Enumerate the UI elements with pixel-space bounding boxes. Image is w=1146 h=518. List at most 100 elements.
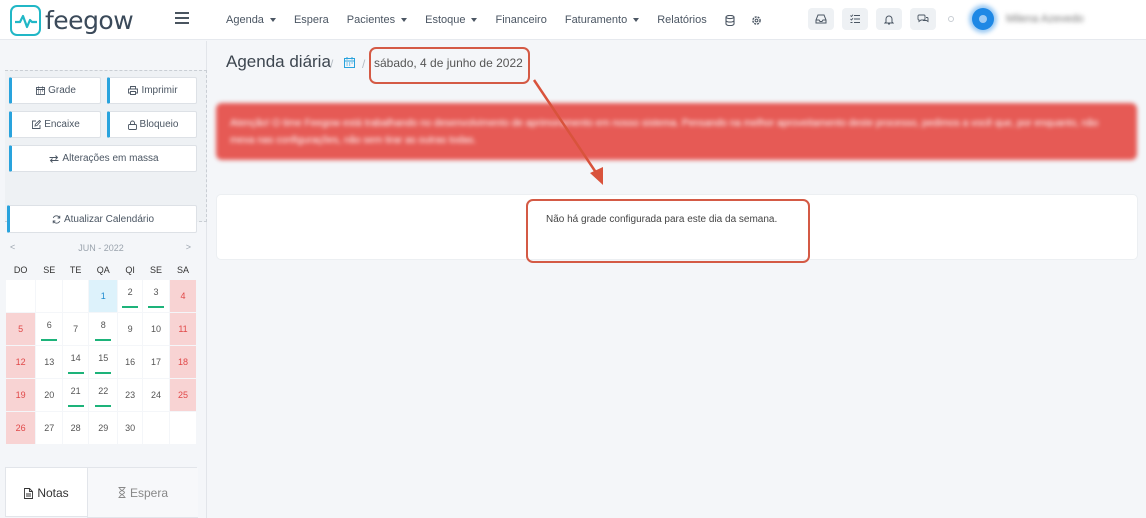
calendar-day[interactable]: 10 <box>142 311 170 346</box>
avatar[interactable] <box>972 8 994 30</box>
breadcrumb-separator: / <box>362 57 366 71</box>
calendar-day[interactable]: 2 <box>117 278 144 313</box>
database-icon[interactable] <box>725 14 735 26</box>
day-number: 24 <box>151 389 162 400</box>
inbox-icon[interactable] <box>808 8 834 30</box>
day-number: 1 <box>100 290 106 301</box>
calendar-day[interactable]: 30 <box>117 410 144 445</box>
tab-notas[interactable]: Notas <box>6 468 88 518</box>
encaixe-button[interactable]: Encaixe <box>9 111 101 138</box>
logo[interactable]: feegow <box>10 4 134 36</box>
nav-relatorios[interactable]: Relatórios <box>657 14 707 26</box>
nav-financeiro[interactable]: Financeiro <box>495 14 546 26</box>
highlight-message-box <box>526 199 810 263</box>
grade-label: Grade <box>48 85 76 96</box>
chat-icon[interactable] <box>910 8 936 30</box>
tab-espera[interactable]: Espera <box>88 468 198 518</box>
weekday-label: QI <box>125 265 135 276</box>
calendar-day[interactable]: 7 <box>62 311 90 346</box>
calendar-day[interactable]: 11 <box>169 311 197 346</box>
caret-down-icon <box>269 18 276 22</box>
day-number: 21 <box>70 385 81 396</box>
nav-estoque[interactable]: Estoque <box>425 14 478 26</box>
nav-label: Espera <box>293 14 329 26</box>
calendar-day[interactable]: 19 <box>4 377 37 412</box>
calendar-next-icon[interactable]: > <box>186 242 191 252</box>
nav-pacientes[interactable]: Pacientes <box>346 14 408 26</box>
caret-down-icon <box>633 18 640 22</box>
calendar-day[interactable]: 9 <box>117 311 144 346</box>
lock-icon <box>127 120 137 130</box>
appointment-marker <box>67 404 84 407</box>
day-number: 29 <box>98 422 109 433</box>
logo-text: feegow <box>45 5 134 35</box>
appointment-marker <box>148 305 165 308</box>
warning-alert: Atenção! O time Feegow está trabalhando … <box>216 103 1137 160</box>
weekday-label: DO <box>13 265 28 276</box>
nav-label: Pacientes <box>346 14 396 26</box>
day-number: 17 <box>151 356 162 367</box>
day-number: 3 <box>153 286 159 297</box>
calendar-day[interactable]: 4 <box>169 278 197 313</box>
task-list-icon[interactable] <box>842 8 868 30</box>
calendar-day[interactable]: 26 <box>4 410 37 445</box>
calendar-day[interactable]: 28 <box>62 410 90 445</box>
calendar-day[interactable]: 5 <box>4 311 37 346</box>
calendar-day[interactable]: 21 <box>62 377 90 412</box>
appointment-marker <box>122 305 139 308</box>
print-button[interactable]: Imprimir <box>107 77 197 104</box>
breadcrumb-separator: / <box>330 57 334 71</box>
calendar-day[interactable]: 18 <box>169 344 197 379</box>
day-number: 22 <box>98 385 109 396</box>
calendar-day[interactable]: 22 <box>88 377 119 412</box>
notes-icon <box>24 487 34 499</box>
calendar-day[interactable]: 27 <box>35 410 64 445</box>
day-number: 8 <box>100 319 106 330</box>
calendar-day[interactable]: 12 <box>4 344 37 379</box>
main-nav: Agenda Espera Pacientes Estoque Financei… <box>226 0 778 40</box>
nav-faturamento[interactable]: Faturamento <box>565 14 640 26</box>
refresh-calendar-label: Atualizar Calendário <box>63 213 155 225</box>
day-number: 28 <box>70 422 81 433</box>
user-name[interactable]: Milena Azevedo <box>1006 13 1084 25</box>
tab-notas-label: Notas <box>37 486 69 500</box>
calendar-day[interactable]: 13 <box>35 344 64 379</box>
calendar-day[interactable]: 23 <box>117 377 144 412</box>
calendar-day[interactable]: 6 <box>35 311 64 346</box>
appointment-marker <box>95 371 112 374</box>
calendar-empty-cell <box>169 410 197 445</box>
refresh-calendar-button[interactable]: Atualizar Calendário <box>7 205 197 233</box>
encaixe-label: Encaixe <box>44 119 80 130</box>
calendar-icon[interactable] <box>344 57 355 68</box>
day-number: 23 <box>125 389 136 400</box>
bloqueio-label: Bloqueio <box>139 119 179 130</box>
bloqueio-button[interactable]: Bloqueio <box>107 111 197 138</box>
appointment-marker <box>95 338 112 341</box>
menu-toggle-icon[interactable] <box>175 12 189 24</box>
calendar-day[interactable]: 8 <box>88 311 119 346</box>
day-number: 27 <box>44 422 55 433</box>
calendar-day[interactable]: 29 <box>88 410 119 445</box>
day-number: 30 <box>125 422 136 433</box>
sidebar: Grade Imprimir Encaixe Bloqueio Alteraçõ… <box>0 41 207 518</box>
calendar-day[interactable]: 15 <box>88 344 119 379</box>
nav-espera[interactable]: Espera <box>294 14 329 26</box>
grade-button[interactable]: Grade <box>9 77 101 104</box>
bell-icon[interactable] <box>876 8 902 30</box>
calendar-day[interactable]: 17 <box>142 344 170 379</box>
calendar-empty-cell <box>142 410 170 445</box>
calendar-day[interactable]: 20 <box>35 377 64 412</box>
calendar-day[interactable]: 24 <box>142 377 170 412</box>
bulk-changes-button[interactable]: Alterações em massa <box>9 145 197 172</box>
calendar-day[interactable]: 3 <box>142 278 170 313</box>
tab-espera-label: Espera <box>129 485 169 500</box>
nav-agenda[interactable]: Agenda <box>226 14 276 26</box>
calendar-day[interactable]: 14 <box>62 344 90 379</box>
calendar-day[interactable]: 1 <box>88 278 119 313</box>
calendar-day[interactable]: 16 <box>117 344 144 379</box>
settings-icon[interactable] <box>751 15 762 26</box>
calendar-grid: DO SE TE QA QI SE SA 1 2 3 4 5 6 7 8 9 10 11 12 13 14 15 16 17… <box>4 262 197 445</box>
calendar-icon <box>36 86 46 95</box>
calendar-month-title[interactable]: JUN - 2022 <box>5 243 197 253</box>
calendar-day[interactable]: 25 <box>169 377 197 412</box>
